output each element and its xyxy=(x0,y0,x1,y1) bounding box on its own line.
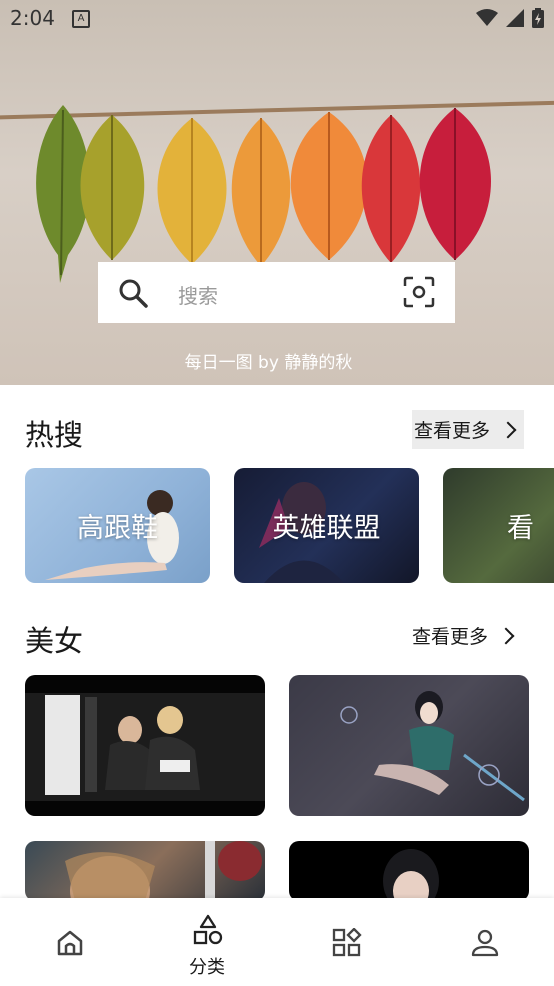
search-input[interactable]: 搜索 xyxy=(178,280,218,309)
nav-home[interactable] xyxy=(0,898,138,986)
daily-image-hero[interactable]: 2:04 A 搜索 每日一图 by 静静的秋 xyxy=(0,0,554,385)
search-bar[interactable]: 搜索 xyxy=(98,262,455,323)
chevron-right-icon xyxy=(497,627,515,644)
hot-card-label: 看 xyxy=(507,513,534,544)
nav-category[interactable]: 分类 xyxy=(138,898,276,986)
scan-icon[interactable] xyxy=(403,276,435,308)
hot-view-more-button[interactable]: 查看更多 xyxy=(412,410,525,449)
nav-label: 分类 xyxy=(189,957,225,978)
beauty-view-more-button[interactable]: 查看更多 xyxy=(412,622,515,649)
status-bar: 2:04 A xyxy=(0,0,554,36)
beauty-section-title: 美女 xyxy=(25,624,84,658)
daily-image-caption: 每日一图 by 静静的秋 xyxy=(184,353,353,373)
home-icon xyxy=(57,930,83,956)
hot-card-high-heels[interactable]: 高跟鞋 xyxy=(25,468,210,583)
view-more-label: 查看更多 xyxy=(412,626,489,648)
app-screen: 2:04 A 搜索 每日一图 by 静静的秋 热搜 查看更多 高跟鞋 英雄联盟 … xyxy=(0,0,554,986)
hot-card-partial[interactable]: 看 xyxy=(443,468,554,583)
hot-card-lol[interactable]: 英雄联盟 xyxy=(234,468,419,583)
nav-profile[interactable] xyxy=(416,898,554,986)
beauty-photo-3[interactable] xyxy=(25,841,265,901)
beauty-photo-2[interactable] xyxy=(289,675,529,816)
nav-apps[interactable] xyxy=(277,898,415,986)
notification-icon: A xyxy=(72,10,90,28)
view-more-label: 查看更多 xyxy=(414,420,491,442)
beauty-photo-1[interactable] xyxy=(25,675,265,816)
apps-icon xyxy=(332,928,362,957)
bottom-navigation: 分类 xyxy=(0,898,554,986)
beauty-photo-4[interactable] xyxy=(289,841,529,901)
leaf-crimson xyxy=(419,108,491,260)
signal-icon xyxy=(506,9,524,27)
status-icons xyxy=(476,8,544,28)
hot-card-label: 高跟鞋 xyxy=(77,513,158,544)
hot-card-label: 英雄联盟 xyxy=(272,513,381,544)
search-icon[interactable] xyxy=(118,278,148,308)
battery-icon xyxy=(532,8,544,28)
wifi-icon xyxy=(476,9,498,26)
chevron-right-icon xyxy=(499,421,517,438)
profile-icon xyxy=(471,929,499,957)
category-icon xyxy=(193,914,223,945)
hot-section-title: 热搜 xyxy=(25,418,84,452)
status-time: 2:04 xyxy=(10,6,55,30)
leaf-yellow-green xyxy=(80,115,145,260)
